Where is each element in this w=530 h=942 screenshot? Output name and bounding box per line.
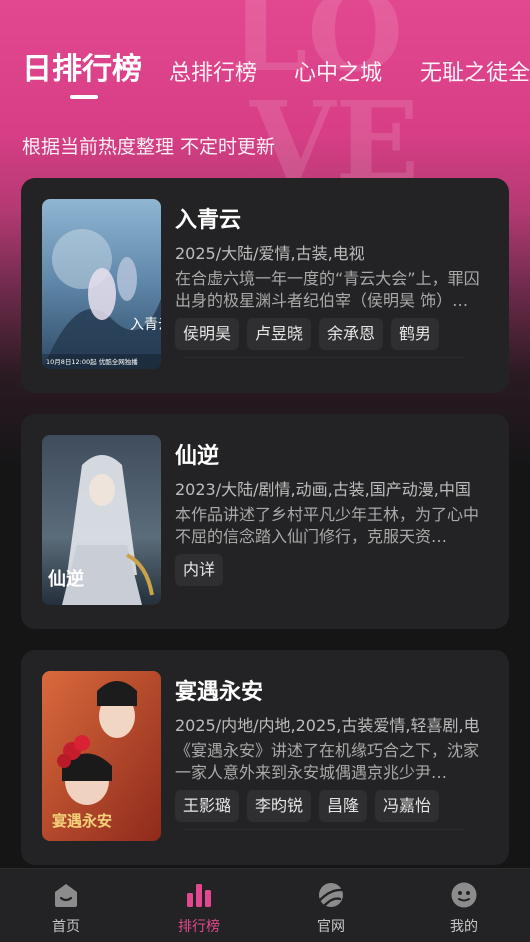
ranking-subtitle: 根据当前热度整理 不定时更新 — [22, 136, 276, 158]
list-item[interactable]: 宴遇永安 宴遇永安 2025/内地/内地,2025,古装爱情,轻喜剧,电 《宴遇… — [21, 650, 509, 865]
list-item[interactable]: 仙逆 仙逆 2023/大陆/剧情,动画,古装,国产动漫,中国 本作品讲述了乡村平… — [21, 414, 509, 629]
poster-image: 宴遇永安 — [42, 671, 161, 841]
show-description: 《宴遇永安》讲述了在机缘巧合之下，沈家一家人意外来到永安城偶遇京兆少尹… — [175, 741, 480, 782]
nav-ranking[interactable]: 排行榜 — [154, 869, 244, 942]
tab-daily[interactable]: 日排行榜 — [22, 44, 142, 96]
nav-official[interactable]: 官网 — [286, 869, 376, 942]
cast-tag[interactable]: 余承恩 — [319, 318, 384, 350]
nav-label: 首页 — [52, 919, 80, 935]
cast-tag[interactable]: 鹤男 — [391, 318, 440, 350]
poster-title-text: 仙逆 — [48, 568, 84, 590]
nav-label: 官网 — [317, 919, 345, 935]
show-meta: 2025/内地/内地,2025,古装爱情,轻喜剧,电 — [175, 716, 480, 735]
bottom-navigation: 首页 排行榜 官网 我的 — [0, 868, 530, 942]
cast-tag[interactable]: 内详 — [175, 554, 224, 586]
profile-icon — [451, 882, 477, 908]
nav-label: 我的 — [450, 919, 478, 935]
show-title[interactable]: 仙逆 — [175, 438, 219, 470]
show-meta: 2025/大陆/爱情,古装,电视 — [175, 244, 365, 263]
cast-tag[interactable]: 昌隆 — [319, 790, 368, 822]
poster-title-text: 宴遇永安 — [52, 812, 112, 830]
planet-icon — [318, 883, 344, 907]
cast-tags: 侯明昊 卢昱晓 余承恩 鹤男 — [175, 318, 440, 350]
nav-home[interactable]: 首页 — [21, 869, 111, 942]
tab-indicator — [70, 95, 98, 99]
cast-tag[interactable]: 卢昱晓 — [247, 318, 312, 350]
list-item[interactable]: 入青云 10月8日12:00起 优酷全网独播 入青云 2025/大陆/爱情,古装… — [21, 178, 509, 393]
tab-city[interactable]: 心中之城 — [294, 48, 382, 100]
cast-tag[interactable]: 侯明昊 — [175, 318, 240, 350]
tab-total[interactable]: 总排行榜 — [169, 48, 257, 100]
home-icon — [55, 884, 77, 907]
show-meta: 2023/大陆/剧情,动画,古装,国产动漫,中国 — [175, 480, 471, 499]
show-title[interactable]: 入青云 — [175, 202, 241, 234]
show-title[interactable]: 宴遇永安 — [175, 674, 263, 706]
poster-title-text: 入青云 — [130, 317, 161, 333]
tab-shameless[interactable]: 无耻之徒全 — [420, 48, 530, 100]
cast-tag[interactable]: 李昀锐 — [247, 790, 312, 822]
nav-mine[interactable]: 我的 — [419, 869, 509, 942]
show-description: 在合虚六境一年一度的“青云大会”上，罪囚出身的极星渊斗者纪伯宰（侯明昊 饰）… — [175, 269, 480, 310]
poster-caption: 10月8日12:00起 优酷全网独播 — [46, 357, 138, 366]
show-description: 本作品讲述了乡村平凡少年王林，为了心中不屈的信念踏入仙门修行，克服天资… — [175, 505, 480, 546]
poster-image: 仙逆 — [42, 435, 161, 605]
poster-image: 入青云 10月8日12:00起 优酷全网独播 — [42, 199, 161, 369]
cast-tags: 王影璐 李昀锐 昌隆 冯嘉怡 — [175, 790, 440, 822]
nav-label: 排行榜 — [178, 919, 220, 935]
cast-tag[interactable]: 王影璐 — [175, 790, 240, 822]
divider — [183, 829, 465, 830]
divider — [183, 357, 465, 358]
cast-tag[interactable]: 冯嘉怡 — [375, 790, 440, 822]
ranking-icon — [187, 884, 211, 907]
cast-tags: 内详 — [175, 554, 224, 586]
